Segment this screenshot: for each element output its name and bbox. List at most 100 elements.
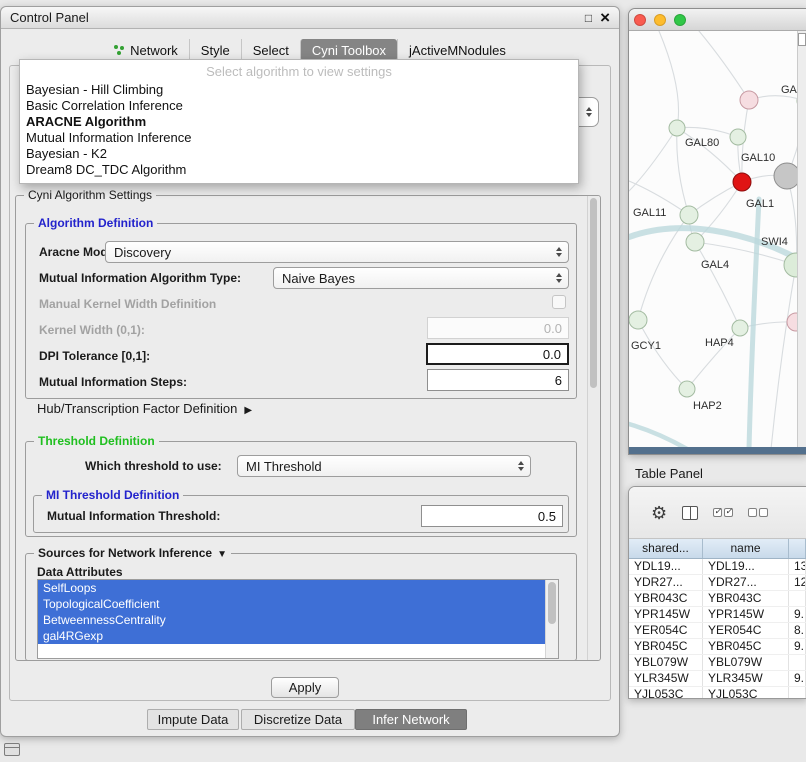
tab-network[interactable]: Network [103, 39, 189, 61]
data-attributes-list[interactable]: SelfLoopsTopologicalCoefficientBetweenne… [37, 579, 559, 659]
data-attribute-item[interactable]: TopologicalCoefficient [38, 596, 545, 612]
tab-select[interactable]: Select [241, 39, 300, 61]
network-edge[interactable] [695, 242, 740, 328]
kernel-width-input[interactable] [427, 317, 569, 339]
zoom-traffic-light-icon[interactable] [674, 14, 686, 26]
data-attribute-item[interactable]: gal4RGexp [38, 628, 545, 644]
data-attribute-item[interactable]: BetweennessCentrality [38, 612, 545, 628]
table-row[interactable]: YBR045CYBR045C9. [629, 639, 806, 655]
apply-button[interactable]: Apply [271, 677, 339, 698]
network-canvas[interactable]: GAL80GAL10GAL11GAL1SWI4GAL4GCY1HAP4HAP2G… [629, 31, 806, 449]
algorithm-popup-item[interactable]: Mutual Information Inference [20, 130, 578, 146]
table-row[interactable]: YBR043CYBR043C [629, 591, 806, 607]
network-node-label: HAP2 [693, 400, 722, 412]
table-row[interactable]: YLR345WYLR345W9. [629, 671, 806, 687]
table-row[interactable]: YDL19...YDL19...13 [629, 559, 806, 575]
network-edge[interactable] [629, 128, 677, 191]
which-threshold-combobox[interactable]: MI Threshold [237, 455, 531, 477]
table-cell: 12 [789, 575, 806, 590]
table-cell: 13 [789, 559, 806, 574]
settings-vertical-scrollbar[interactable] [587, 196, 599, 660]
network-edge[interactable] [638, 320, 687, 389]
scrollbar-thumb[interactable] [590, 198, 597, 388]
network-node[interactable] [686, 233, 704, 251]
table-row[interactable]: YDR27...YDR27...12 [629, 575, 806, 591]
network-edge[interactable] [771, 265, 796, 449]
column-selector-icon[interactable] [682, 506, 698, 520]
bottom-tab-impute-data[interactable]: Impute Data [147, 709, 239, 730]
network-node[interactable] [669, 120, 685, 136]
network-window-titlebar [629, 9, 806, 31]
panel-dock-icon[interactable] [4, 743, 20, 756]
network-tab-icon [114, 45, 125, 55]
table-cell: YER054C [703, 623, 789, 638]
network-node[interactable] [680, 206, 698, 224]
mi-steps-label: Mutual Information Steps: [39, 375, 187, 389]
float-window-icon[interactable]: □ [585, 12, 592, 24]
bottom-tab-discretize-data[interactable]: Discretize Data [241, 709, 355, 730]
network-vertical-scrollbar[interactable] [797, 31, 806, 447]
mi-algorithm-type-value: Naive Bayes [282, 271, 355, 286]
algorithm-popup-item[interactable]: ARACNE Algorithm [20, 114, 578, 130]
network-node[interactable] [629, 311, 647, 329]
tab-cyni-toolbox[interactable]: Cyni Toolbox [300, 39, 397, 61]
scrollbar-thumb[interactable] [548, 582, 556, 624]
table-cell: YLR345W [703, 671, 789, 686]
mi-steps-input[interactable] [427, 369, 569, 391]
collapse-right-arrow-icon: ▶ [244, 405, 252, 416]
table-cell: YLR345W [629, 671, 703, 686]
network-node-label: GAL80 [685, 137, 719, 149]
attributes-vertical-scrollbar[interactable] [545, 580, 558, 658]
tab-jactivemnodules[interactable]: jActiveMNodules [397, 39, 517, 61]
mi-threshold-input[interactable] [421, 505, 563, 527]
close-traffic-light-icon[interactable] [634, 14, 646, 26]
table-row[interactable]: YJL053CYJL053C [629, 687, 806, 698]
which-threshold-label: Which threshold to use: [85, 459, 222, 473]
table-panel-title: Table Panel [635, 466, 703, 481]
column-header[interactable]: name [703, 539, 789, 558]
mi-threshold-label: Mutual Information Threshold: [47, 509, 220, 523]
network-node[interactable] [732, 320, 748, 336]
table-row[interactable]: YBL079WYBL079W [629, 655, 806, 671]
column-header[interactable]: shared... [629, 539, 703, 558]
network-node[interactable] [733, 173, 751, 191]
table-cell: YBR043C [629, 591, 703, 606]
data-attribute-item[interactable]: SelfLoops [38, 580, 545, 596]
sources-title[interactable]: Sources for Network Inference▼ [34, 546, 231, 560]
table-cell: YDR27... [629, 575, 703, 590]
deselect-all-icon[interactable] [748, 508, 768, 517]
algorithm-definition-title: Algorithm Definition [34, 216, 157, 230]
algorithm-popup-item[interactable]: Bayesian - K2 [20, 146, 578, 162]
network-edge[interactable] [699, 31, 749, 100]
table-row[interactable]: YER054CYER054C8. [629, 623, 806, 639]
hub-transcription-factor-section[interactable]: Hub/Transcription Factor Definition▶ [37, 401, 252, 416]
network-edge[interactable] [629, 424, 687, 449]
network-node[interactable] [679, 381, 695, 397]
network-node-label: HAP4 [705, 337, 734, 349]
network-edge[interactable] [659, 31, 679, 128]
minimize-traffic-light-icon[interactable] [654, 14, 666, 26]
dpi-tolerance-input[interactable] [426, 343, 569, 365]
combobox-arrows-icon [556, 273, 562, 283]
network-node[interactable] [730, 129, 746, 145]
settings-gear-icon[interactable]: ⚙ [651, 504, 667, 522]
table-cell: YDL19... [629, 559, 703, 574]
algorithm-popup-item[interactable]: Dream8 DC_TDC Algorithm [20, 162, 578, 178]
close-window-icon[interactable]: × [600, 9, 610, 26]
select-all-icon[interactable] [713, 508, 733, 517]
manual-kernel-width-checkbox[interactable] [552, 295, 566, 309]
column-header[interactable] [789, 539, 806, 558]
bottom-tab-infer-network[interactable]: Infer Network [355, 709, 467, 730]
algorithm-popup-item[interactable]: Bayesian - Hill Climbing [20, 82, 578, 98]
table-cell: YBL079W [629, 655, 703, 670]
aracne-mode-combobox[interactable]: Discovery [105, 241, 569, 263]
scrollbar-button[interactable] [798, 33, 806, 46]
tab-label: Style [201, 43, 230, 58]
network-edge[interactable] [677, 127, 738, 137]
table-row[interactable]: YPR145WYPR145W9. [629, 607, 806, 623]
tab-style[interactable]: Style [189, 39, 241, 61]
mi-algorithm-type-combobox[interactable]: Naive Bayes [273, 267, 569, 289]
network-node[interactable] [740, 91, 758, 109]
algorithm-popup-item[interactable]: Basic Correlation Inference [20, 98, 578, 114]
algorithm-popup-list: Bayesian - Hill ClimbingBasic Correlatio… [20, 82, 578, 178]
